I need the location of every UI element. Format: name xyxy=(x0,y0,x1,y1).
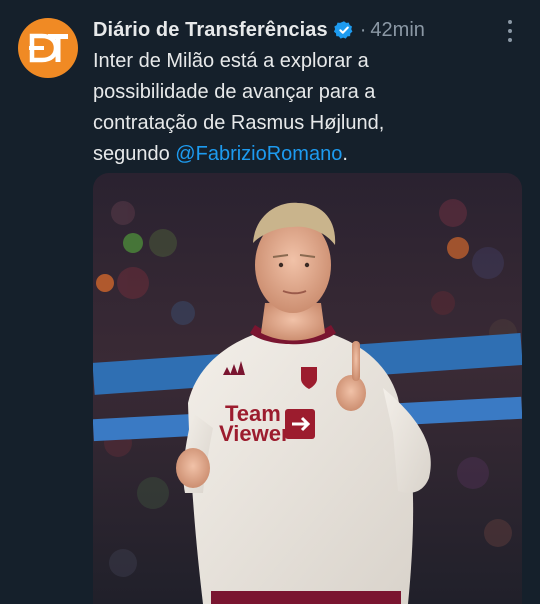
avatar[interactable] xyxy=(18,18,78,78)
tweet-text-line: Inter de Milão está a explorar a xyxy=(93,50,369,72)
tweet-text-line: possibilidade de avançar para a xyxy=(93,81,376,103)
tweet[interactable]: Diário de Transferências · 42min Inter d… xyxy=(0,0,540,604)
tweet-media-image[interactable]: Team Viewer xyxy=(93,173,522,604)
timestamp[interactable]: 42min xyxy=(370,19,424,42)
tweet-text: Inter de Milão está a explorar a possibi… xyxy=(93,46,513,170)
tweet-text-prefix: segundo xyxy=(93,143,176,165)
tweet-text-suffix: . xyxy=(342,143,348,165)
tweet-text-line-last: segundo @FabrizioRomano. xyxy=(93,139,513,170)
verified-badge-icon xyxy=(333,20,354,40)
avatar-logo-icon xyxy=(29,33,68,63)
tweet-header: Diário de Transferências · 42min xyxy=(93,16,520,44)
separator-dot: · xyxy=(359,18,367,41)
kit-sponsor-line2: Viewer xyxy=(219,421,290,446)
tweet-text-line: contratação de Rasmus Højlund, xyxy=(93,112,385,134)
mention-link[interactable]: @FabrizioRomano xyxy=(175,143,342,165)
more-vertical-icon[interactable] xyxy=(502,20,518,42)
author-name[interactable]: Diário de Transferências xyxy=(93,19,328,42)
player-photo: Team Viewer xyxy=(93,173,522,604)
